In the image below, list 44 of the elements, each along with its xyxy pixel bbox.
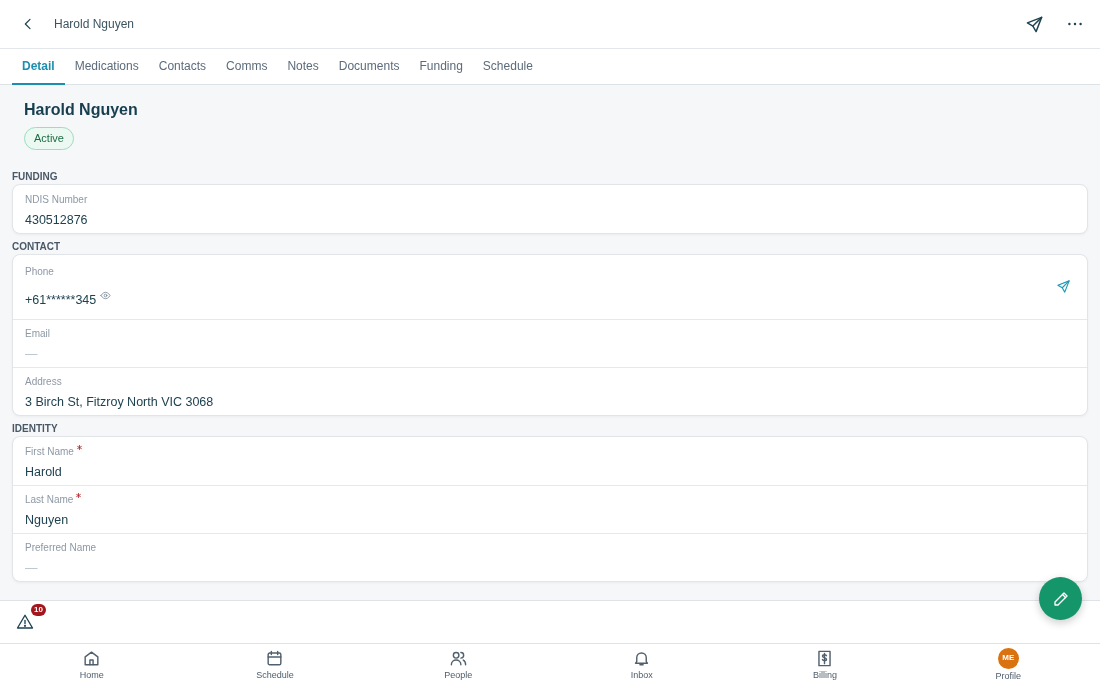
eye-icon [100,290,112,301]
alerts-button[interactable]: 10 [16,604,46,631]
nav-item[interactable]: Inbox [550,644,734,687]
field-value: 3 Birch St, Fitzroy North VIC 3068 [25,394,214,411]
field-label: Address [25,375,62,389]
nav-item[interactable]: Home [0,644,184,687]
field-label: Phone [25,264,54,279]
section-title: CONTACT [12,239,62,254]
nav-item[interactable]: Billing [733,644,917,687]
nav-item[interactable]: People [366,644,550,687]
status-badge: Active [24,127,74,150]
home-icon [82,648,102,668]
nav-item[interactable]: ME Profile [916,644,1100,687]
field-label: Email [25,327,50,341]
field-value: Harold [25,463,62,481]
field-value: Nguyen [25,512,69,529]
tab[interactable]: Documents [328,49,410,85]
tab[interactable]: Contacts [148,49,217,85]
tab[interactable]: Medications [64,49,149,85]
person-name: Harold Nguyen [24,100,139,120]
send-icon [1056,279,1071,294]
field-label: Preferred Name [25,541,97,555]
tab[interactable]: Funding [409,49,473,85]
more-icon [1068,22,1082,26]
section-title: FUNDING [12,169,59,184]
field-value: — [25,346,38,363]
field-label: First Name [25,444,74,459]
tab[interactable]: Schedule [472,49,543,85]
field-value: +61******345 [25,291,97,309]
page-title: Harold Nguyen [54,16,135,33]
alert-count: 10 [31,604,46,616]
warning-icon [16,613,34,631]
nav-item[interactable]: Schedule [183,644,367,687]
calendar-icon [265,648,285,668]
tab[interactable]: Comms [216,49,278,85]
field-label: Last Name [25,493,74,507]
field-value: — [25,560,38,577]
field-label: NDIS Number [25,192,88,207]
field-value: 430512876 [25,211,88,229]
reveal-button[interactable] [100,290,112,301]
avatar: ME [997,647,1019,669]
tab[interactable]: Notes [277,49,329,85]
section-title: IDENTITY [12,421,59,436]
send-icon [1025,14,1044,34]
